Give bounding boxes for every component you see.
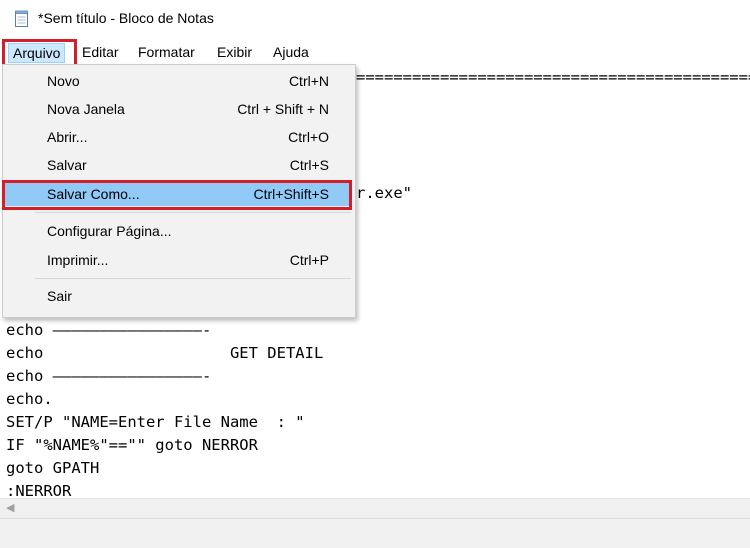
editor-line: IF "%NAME%"=="" goto NERROR [6, 436, 258, 454]
menu-bar: Arquivo Editar Formatar Exibir Ajuda [0, 40, 750, 64]
editor-line: echo GET DETAIL [6, 344, 324, 362]
menu-item-shortcut: Ctrl+P [289, 252, 329, 268]
menu-item-shortcut: Ctrl+S [289, 157, 329, 173]
menu-item-label: Salvar [47, 157, 87, 173]
menu-item-label: Imprimir... [47, 252, 109, 268]
editor-line: :NERROR [6, 482, 72, 498]
menu-formatar[interactable]: Formatar [134, 43, 199, 61]
editor-line: SET/P "NAME=Enter File Name : " [6, 413, 305, 431]
notepad-icon [15, 10, 28, 27]
arquivo-highlight-box [2, 39, 77, 67]
menu-item-configurar-pagina[interactable]: Configurar Página... [5, 219, 351, 243]
editor-line: echo. [6, 390, 53, 408]
menu-item-label: Configurar Página... [47, 223, 172, 239]
menu-item-novo[interactable]: Novo Ctrl+N [5, 69, 351, 93]
editor-line: ========================================… [356, 68, 750, 86]
editor-line: r.exe" [356, 184, 412, 202]
menu-item-label: Nova Janela [47, 101, 125, 117]
editor-line: echo ————————————————- [6, 321, 212, 339]
menu-exibir[interactable]: Exibir [213, 43, 256, 61]
menu-ajuda[interactable]: Ajuda [269, 43, 313, 61]
menu-item-abrir[interactable]: Abrir... Ctrl+O [5, 125, 351, 149]
menu-item-shortcut: Ctrl+N [288, 73, 329, 89]
window-title: *Sem título - Bloco de Notas [38, 10, 214, 26]
menu-item-label: Abrir... [47, 129, 88, 145]
menu-item-shortcut: Ctrl + Shift + N [237, 101, 329, 117]
editor-line: goto GPATH [6, 459, 100, 477]
scroll-left-arrow-icon[interactable]: ◀ [6, 501, 14, 514]
menu-item-salvar[interactable]: Salvar Ctrl+S [5, 153, 351, 177]
menu-item-label: Novo [47, 73, 80, 89]
menu-item-sair[interactable]: Sair [5, 284, 351, 308]
horizontal-scrollbar[interactable]: ◀ [0, 498, 750, 519]
status-bar [0, 518, 750, 548]
menu-item-nova-janela[interactable]: Nova Janela Ctrl + Shift + N [5, 97, 351, 121]
menu-separator [35, 278, 351, 279]
menu-item-shortcut: Ctrl+O [288, 129, 329, 145]
editor-line: echo ————————————————- [6, 367, 212, 385]
menu-editar[interactable]: Editar [78, 43, 123, 61]
menu-item-label: Sair [47, 288, 72, 304]
menu-separator [35, 212, 351, 213]
menu-item-imprimir[interactable]: Imprimir... Ctrl+P [5, 248, 351, 272]
salvar-como-highlight-box [2, 180, 352, 210]
title-bar: *Sem título - Bloco de Notas [0, 0, 750, 40]
